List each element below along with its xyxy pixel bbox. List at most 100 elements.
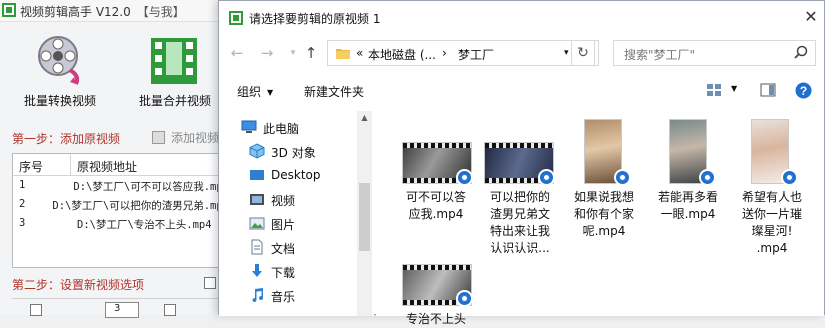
option-checkbox[interactable]: [164, 304, 176, 316]
column-header-index: 序号: [13, 154, 71, 175]
sidebar-item-label: 下载: [271, 266, 296, 280]
video-player-icon: [456, 169, 473, 186]
preview-pane-icon[interactable]: [760, 82, 776, 98]
file-name-line: 如果说我想: [573, 190, 634, 204]
new-folder-button[interactable]: 新建文件夹: [304, 83, 364, 100]
table-row[interactable]: 2 D:\梦工厂\可以把你的渣男兄弟.mp4: [13, 195, 229, 214]
navigation-bar: ← → ▾ ↑ « 本地磁盘 (... › 梦工厂 ▾ ↻ 搜索"梦工厂": [219, 35, 824, 71]
address-segment-folder[interactable]: 梦工厂: [458, 46, 494, 63]
back-arrow-icon[interactable]: ←: [227, 43, 247, 63]
organize-menu[interactable]: 组织 ▼: [237, 83, 273, 100]
table-row[interactable]: 1 D:\梦工厂\可不可以答应我.mp4: [13, 176, 229, 195]
sidebar-item-label: 视频: [271, 194, 296, 208]
sidebar-item-label: 此电脑: [263, 122, 300, 136]
option-checkbox[interactable]: [30, 304, 42, 316]
add-video-label: 添加视频: [171, 131, 220, 145]
file-name-line: .mp4: [756, 241, 788, 255]
file-name-line: 璨星河!: [751, 224, 793, 238]
file-name-line: 认识认识...: [490, 241, 550, 255]
file-name-line: 应我.mp4: [408, 207, 464, 221]
file-name-line: 特出来让我: [489, 224, 550, 238]
view-options-icon[interactable]: [706, 82, 722, 98]
video-player-icon: [781, 169, 798, 186]
recent-dropdown-icon[interactable]: ▾: [283, 43, 303, 63]
column-header-path: 原视频地址: [77, 160, 138, 174]
download-arrow-icon: [252, 264, 262, 277]
sidebar-item-label: 文档: [271, 242, 296, 256]
film-merge-icon: [151, 38, 197, 84]
file-name-line: 和你有个家: [573, 207, 634, 221]
dialog-title: 请选择要剪辑的原视频 1: [249, 12, 381, 26]
sidebar-item-label: Desktop: [271, 168, 321, 182]
file-list-pane: 可不可以答 应我.mp4 可以把你的 渣男兄弟文 特出来让我 认识认识... 如…: [376, 109, 824, 326]
step2-label: 第二步：设置新视频选项: [12, 278, 145, 292]
computer-icon: [241, 120, 257, 133]
video-player-icon: [456, 290, 473, 307]
dialog-titlebar: 请选择要剪辑的原视频 1 ✕: [219, 1, 824, 35]
options-row: 3: [12, 298, 230, 318]
video-player-icon: [699, 169, 716, 186]
add-video-button[interactable]: 添加视频: [152, 129, 219, 146]
file-name: 可以把你的 渣男兄弟文 特出来让我 认识认识...: [478, 189, 562, 257]
file-name: 专治不上头: [394, 311, 478, 328]
file-name: 如果说我想 和你有个家 呢.mp4: [562, 189, 646, 240]
address-separator: ›: [442, 46, 447, 60]
sidebar-item-label: 音乐: [271, 290, 296, 304]
folder-icon: [336, 49, 350, 59]
desktop-icon: [250, 170, 264, 180]
batch-convert-label: 批量转换视频: [23, 94, 96, 108]
app-title: 视频剪辑高手 V12.0 【与我】: [20, 3, 185, 20]
video-folder-icon: [250, 194, 264, 205]
svg-text:?: ?: [800, 84, 807, 98]
batch-merge-label: 批量合并视频: [138, 94, 211, 108]
film-strip: [403, 143, 471, 148]
dialog-app-icon: [229, 11, 243, 25]
file-open-dialog: 请选择要剪辑的原视频 1 ✕ ← → ▾ ↑ « 本地磁盘 (... › 梦工厂…: [218, 0, 825, 326]
organize-label: 组织: [237, 85, 262, 99]
scroll-up-icon[interactable]: ▲: [357, 113, 372, 122]
file-name-line: 希望有人也: [741, 190, 802, 204]
scrollbar-thumb[interactable]: [359, 183, 370, 251]
navigation-pane: 此电脑 3D 对象 Desktop 视频 图片 文档 下载 音乐 ▲: [219, 109, 374, 316]
search-input[interactable]: 搜索"梦工厂": [613, 40, 816, 66]
view-dropdown-icon[interactable]: ▼: [731, 84, 737, 93]
row-index: 3: [19, 217, 26, 229]
file-name-line: 可不可以答: [405, 190, 466, 204]
address-overflow[interactable]: «: [356, 46, 363, 60]
film-strip: [485, 143, 553, 148]
navigation-scrollbar[interactable]: ▲: [357, 111, 372, 316]
refresh-icon[interactable]: ↻: [571, 40, 595, 66]
app-title-tag: 【与我】: [136, 5, 185, 19]
row-index: 1: [19, 179, 26, 191]
file-name: 若能再多看 一眼.mp4: [646, 189, 730, 223]
row-path: D:\梦工厂\可不可以答应我.mp4: [73, 181, 229, 193]
command-bar: 组织 ▼ 新建文件夹 ▼ ?: [219, 73, 824, 107]
help-icon[interactable]: ?: [795, 82, 812, 99]
seconds-input[interactable]: 3: [105, 302, 139, 318]
sidebar-item-label: 3D 对象: [271, 146, 316, 160]
video-player-icon: [538, 169, 555, 186]
close-icon[interactable]: ✕: [803, 7, 819, 27]
cube-3d-icon: [249, 143, 265, 159]
forward-arrow-icon[interactable]: →: [257, 43, 277, 63]
option-checkbox[interactable]: [204, 277, 216, 289]
app-title-text: 视频剪辑高手 V12.0: [20, 5, 131, 19]
film-reel-icon: [38, 36, 80, 85]
film-strip: [403, 265, 471, 270]
row-path: D:\梦工厂\专治不上头.mp4: [77, 219, 212, 231]
table-row[interactable]: 3 D:\梦工厂\专治不上头.mp4: [13, 214, 229, 233]
video-editor-app: 视频剪辑高手 V12.0 【与我】 批量转换视频 批量合并视频 第一步：添加原视频…: [0, 0, 230, 318]
source-video-table[interactable]: 序号 原视频地址 1 D:\梦工厂\可不可以答应我.mp4 2 D:\梦工厂\可…: [12, 153, 230, 268]
address-bar[interactable]: « 本地磁盘 (... › 梦工厂 ▾: [327, 40, 599, 66]
file-name-line: 可以把你的: [489, 190, 550, 204]
file-name-line: 一眼.mp4: [660, 207, 716, 221]
row-index: 2: [19, 198, 26, 210]
address-segment-drive[interactable]: 本地磁盘 (...: [368, 46, 436, 63]
row-path: D:\梦工厂\可以把你的渣男兄弟.mp4: [52, 200, 229, 212]
search-placeholder: 搜索"梦工厂": [624, 48, 696, 62]
address-dropdown-icon[interactable]: ▾: [564, 48, 569, 58]
up-arrow-icon[interactable]: ↑: [301, 43, 321, 63]
file-name-line: 送你一片璀: [741, 207, 802, 221]
sidebar-item-label: 图片: [271, 218, 296, 232]
video-player-icon: [614, 169, 631, 186]
